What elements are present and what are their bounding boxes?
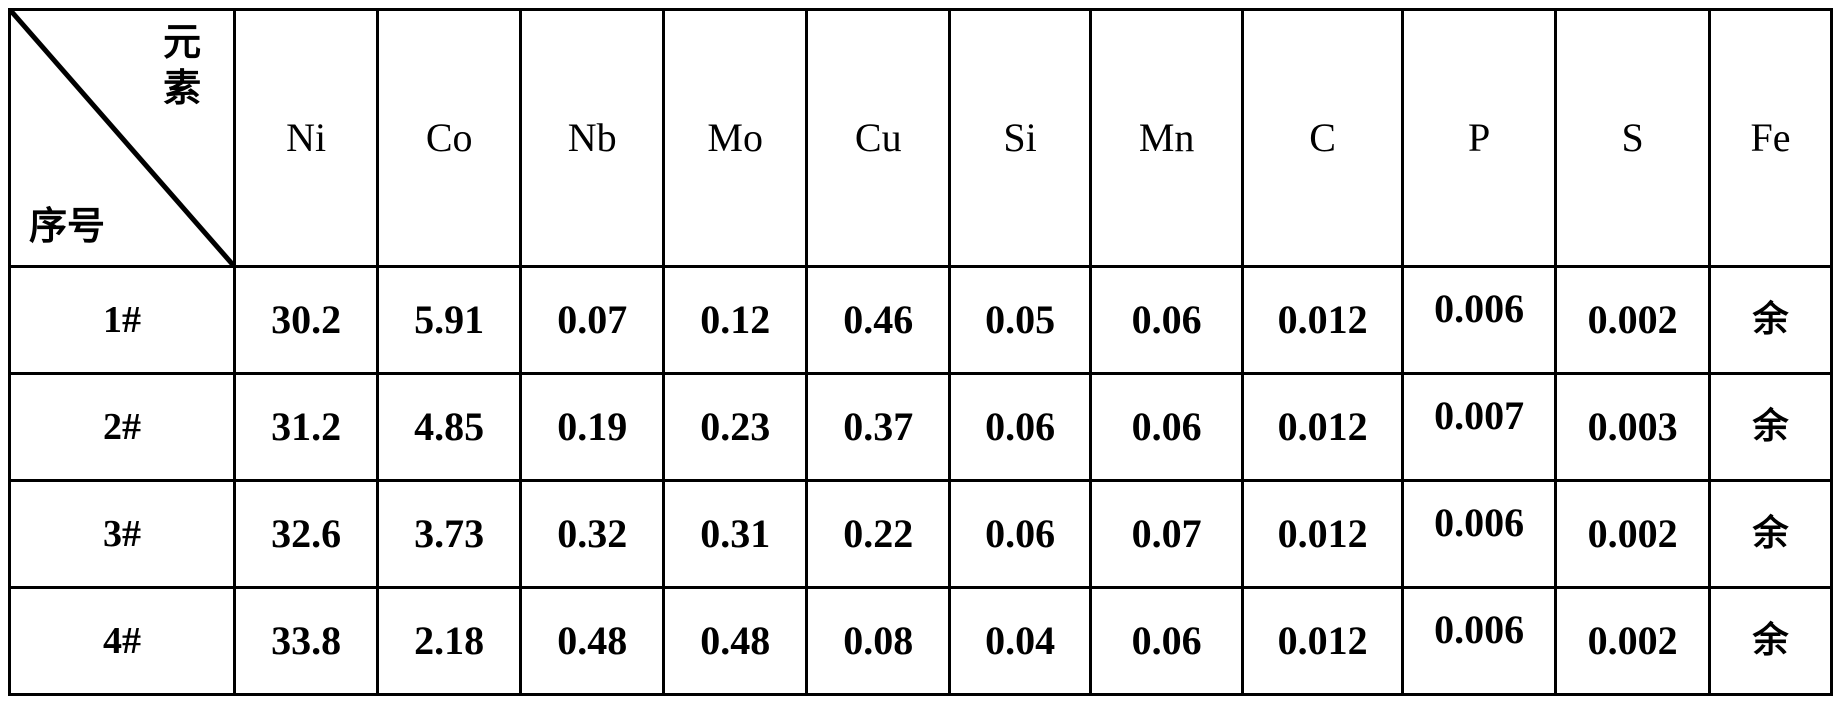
cell-c: 0.012	[1241, 372, 1404, 482]
cell-ni: 32.6	[233, 479, 380, 589]
column-header-mo: Mo	[662, 8, 809, 268]
row-label: 4#	[7, 586, 237, 696]
column-header-cu: Cu	[805, 8, 952, 268]
cell-nb: 0.19	[519, 372, 666, 482]
table-row: 1# 30.2 5.91 0.07 0.12 0.46 0.05 0.06 0.…	[7, 265, 1834, 375]
column-header-c: C	[1241, 8, 1404, 268]
cell-cu: 0.22	[805, 479, 952, 589]
column-header-fe: Fe	[1707, 8, 1834, 268]
column-header-p: P	[1400, 8, 1558, 268]
cell-s: 0.002	[1554, 265, 1711, 375]
cell-si: 0.04	[948, 586, 1092, 696]
cell-cu: 0.08	[805, 586, 952, 696]
cell-mo: 0.23	[662, 372, 809, 482]
cell-p: 0.006	[1400, 265, 1558, 375]
cell-co: 5.91	[376, 265, 523, 375]
table-header-row: 元 素 序号 Ni Co Nb Mo Cu Si Mn C P S Fe	[7, 8, 1834, 268]
cell-ni: 31.2	[233, 372, 380, 482]
row-label: 1#	[7, 265, 237, 375]
cell-ni: 30.2	[233, 265, 380, 375]
cell-c: 0.012	[1241, 586, 1404, 696]
cell-mo: 0.31	[662, 479, 809, 589]
cell-co: 4.85	[376, 372, 523, 482]
cell-si: 0.06	[948, 479, 1092, 589]
cell-p: 0.006	[1400, 586, 1558, 696]
column-header-co: Co	[376, 8, 523, 268]
cell-si: 0.06	[948, 372, 1092, 482]
column-header-si: Si	[948, 8, 1092, 268]
cell-s: 0.002	[1554, 479, 1711, 589]
cell-nb: 0.32	[519, 479, 666, 589]
cell-ni: 33.8	[233, 586, 380, 696]
stub-row-axis-label: 序号	[29, 204, 106, 248]
column-header-mn: Mn	[1088, 8, 1245, 268]
cell-cu: 0.46	[805, 265, 952, 375]
stub-column-axis-label: 元 素	[163, 20, 202, 111]
row-label: 2#	[7, 372, 237, 482]
element-composition-table: 元 素 序号 Ni Co Nb Mo Cu Si Mn C P S Fe 1# …	[7, 8, 1834, 696]
cell-s: 0.002	[1554, 586, 1711, 696]
row-label: 3#	[7, 479, 237, 589]
column-header-nb: Nb	[519, 8, 666, 268]
cell-s: 0.003	[1554, 372, 1711, 482]
cell-cu: 0.37	[805, 372, 952, 482]
cell-fe: 余	[1707, 586, 1834, 696]
cell-p: 0.006	[1400, 479, 1558, 589]
cell-si: 0.05	[948, 265, 1092, 375]
cell-co: 2.18	[376, 586, 523, 696]
table-stub-cell: 元 素 序号	[7, 8, 237, 268]
cell-co: 3.73	[376, 479, 523, 589]
table-row: 3# 32.6 3.73 0.32 0.31 0.22 0.06 0.07 0.…	[7, 479, 1834, 589]
cell-p: 0.007	[1400, 372, 1558, 482]
cell-fe: 余	[1707, 479, 1834, 589]
cell-nb: 0.48	[519, 586, 666, 696]
cell-mn: 0.06	[1088, 586, 1245, 696]
cell-mo: 0.48	[662, 586, 809, 696]
cell-c: 0.012	[1241, 479, 1404, 589]
column-header-s: S	[1554, 8, 1711, 268]
document-page: 元 素 序号 Ni Co Nb Mo Cu Si Mn C P S Fe 1# …	[0, 0, 1841, 713]
cell-mn: 0.06	[1088, 372, 1245, 482]
table-row: 4# 33.8 2.18 0.48 0.48 0.08 0.04 0.06 0.…	[7, 586, 1834, 696]
table-row: 2# 31.2 4.85 0.19 0.23 0.37 0.06 0.06 0.…	[7, 372, 1834, 482]
cell-nb: 0.07	[519, 265, 666, 375]
cell-fe: 余	[1707, 265, 1834, 375]
cell-mn: 0.06	[1088, 265, 1245, 375]
cell-c: 0.012	[1241, 265, 1404, 375]
cell-mn: 0.07	[1088, 479, 1245, 589]
column-header-ni: Ni	[233, 8, 380, 268]
cell-mo: 0.12	[662, 265, 809, 375]
cell-fe: 余	[1707, 372, 1834, 482]
